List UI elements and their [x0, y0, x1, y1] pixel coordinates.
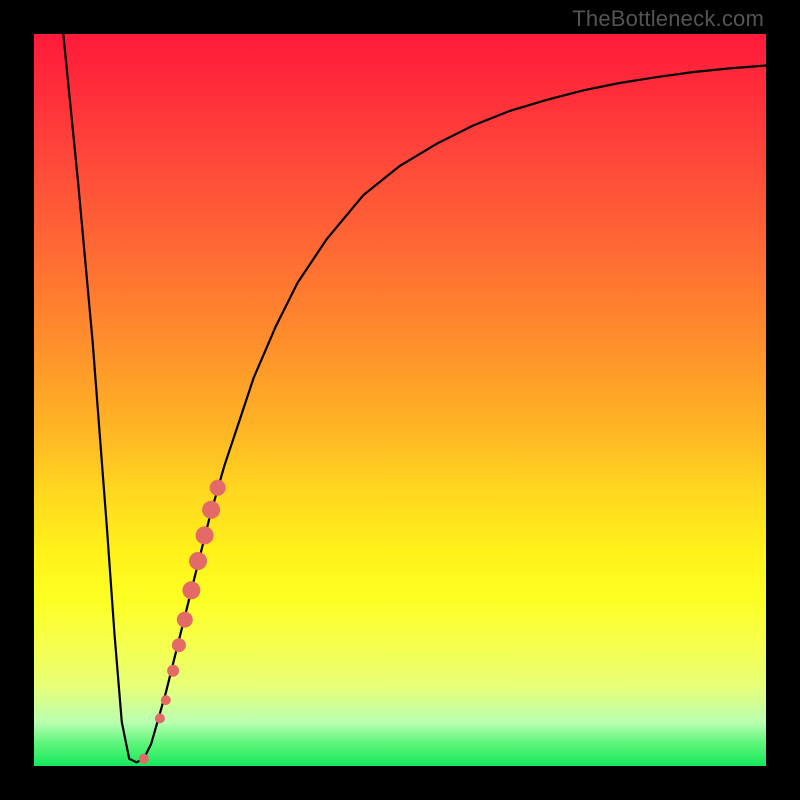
highlight-dot — [182, 581, 200, 599]
highlight-dot — [167, 665, 179, 677]
highlight-dot — [161, 695, 171, 705]
plot-area — [34, 34, 766, 766]
highlight-dot — [202, 501, 220, 519]
highlight-dot — [189, 552, 207, 570]
chart-frame: TheBottleneck.com — [0, 0, 800, 800]
highlight-dot — [155, 713, 165, 723]
highlight-dot — [139, 754, 149, 764]
highlight-dot — [210, 480, 226, 496]
highlight-dots — [139, 480, 226, 764]
attribution-text: TheBottleneck.com — [572, 6, 764, 32]
highlight-dot — [196, 526, 214, 544]
curve-layer — [34, 34, 766, 766]
highlight-dot — [177, 612, 193, 628]
bottleneck-curve-path — [63, 34, 766, 762]
bottleneck-curve — [63, 34, 766, 762]
highlight-dot — [172, 638, 186, 652]
